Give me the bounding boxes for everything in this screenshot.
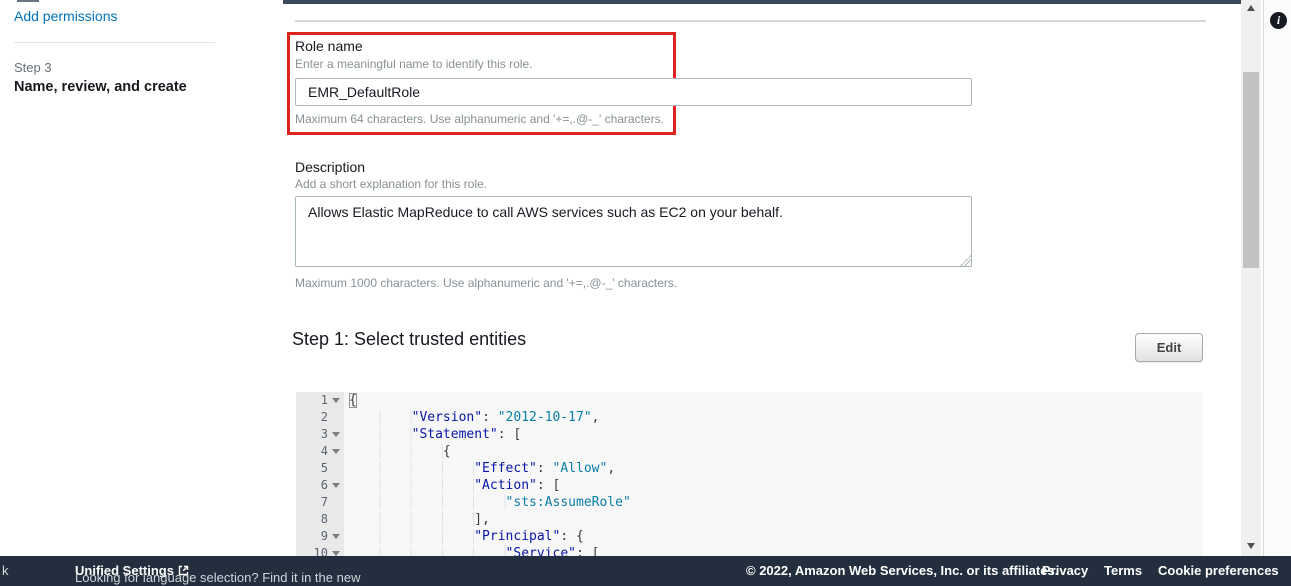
section-divider xyxy=(295,20,1206,22)
step-number-label: Step 3 xyxy=(14,60,52,75)
fold-arrow-icon[interactable] xyxy=(332,432,340,437)
role-name-label: Role name xyxy=(295,38,363,54)
sidebar-item-add-permissions[interactable]: Add permissions xyxy=(14,8,118,24)
code-line: 1{ xyxy=(296,392,1203,409)
fold-arrow-icon[interactable] xyxy=(332,398,340,403)
code-line: 10 "Service": [ xyxy=(296,545,1203,556)
code-line: 7 "sts:AssumeRole" xyxy=(296,494,1203,511)
role-name-input[interactable] xyxy=(295,78,972,106)
language-settings-note: Looking for language selection? Find it … xyxy=(75,563,190,578)
console-footer: k Looking for language selection? Find i… xyxy=(0,556,1291,586)
line-number: 4 xyxy=(321,443,328,460)
resize-grip-icon[interactable] xyxy=(960,255,971,266)
code-line: 3 "Statement": [ xyxy=(296,426,1203,443)
clipped-header-strip xyxy=(283,0,1243,4)
clipped-step-divider xyxy=(17,0,39,2)
code-line: 6 "Action": [ xyxy=(296,477,1203,494)
scrollbar-thumb[interactable] xyxy=(1243,72,1259,268)
code-line: 5 "Effect": "Allow", xyxy=(296,460,1203,477)
code-line: 8 ], xyxy=(296,511,1203,528)
sidebar-divider xyxy=(14,42,215,43)
copyright-text: © 2022, Amazon Web Services, Inc. or its… xyxy=(746,563,1058,578)
terms-link[interactable]: Terms xyxy=(1104,563,1142,578)
line-number: 10 xyxy=(314,545,328,556)
feedback-link-clipped[interactable]: k xyxy=(2,563,9,578)
code-line: 4 { xyxy=(296,443,1203,460)
cookie-preferences-link[interactable]: Cookie preferences xyxy=(1158,563,1279,578)
scroll-up-arrow-icon[interactable] xyxy=(1241,0,1261,16)
code-editor-lines: 1{2 "Version": "2012-10-17",3 "Statement… xyxy=(296,392,1203,556)
edit-button[interactable]: Edit xyxy=(1135,333,1203,362)
fold-arrow-icon[interactable] xyxy=(332,534,340,539)
fold-arrow-icon[interactable] xyxy=(332,449,340,454)
line-number: 2 xyxy=(321,409,328,426)
line-number: 1 xyxy=(321,392,328,409)
line-number: 3 xyxy=(321,426,328,443)
description-label: Description xyxy=(295,159,365,175)
description-textarea[interactable]: Allows Elastic MapReduce to call AWS ser… xyxy=(295,196,972,267)
role-name-hint: Enter a meaningful name to identify this… xyxy=(295,57,532,71)
fold-arrow-icon[interactable] xyxy=(332,483,340,488)
line-number: 6 xyxy=(321,477,328,494)
line-number: 9 xyxy=(321,528,328,545)
role-name-constraint: Maximum 64 characters. Use alphanumeric … xyxy=(295,112,664,126)
line-number: 8 xyxy=(321,511,328,528)
description-constraint: Maximum 1000 characters. Use alphanumeri… xyxy=(295,276,677,290)
description-hint: Add a short explanation for this role. xyxy=(295,177,487,191)
iam-create-role-page: Add permissions Step 3 Name, review, and… xyxy=(0,0,1291,586)
line-number: 5 xyxy=(321,460,328,477)
vertical-scrollbar[interactable] xyxy=(1241,0,1261,556)
language-settings-text: Looking for language selection? Find it … xyxy=(75,570,360,585)
trust-policy-editor[interactable]: 1{2 "Version": "2012-10-17",3 "Statement… xyxy=(296,392,1203,556)
help-panel-rail xyxy=(1263,0,1291,556)
code-line: 9 "Principal": { xyxy=(296,528,1203,545)
scroll-down-arrow-icon[interactable] xyxy=(1241,538,1261,554)
code-line: 2 "Version": "2012-10-17", xyxy=(296,409,1203,426)
line-number: 7 xyxy=(321,494,328,511)
trusted-entities-heading: Step 1: Select trusted entities xyxy=(292,329,526,350)
sidebar-item-name-review-create[interactable]: Name, review, and create xyxy=(14,79,187,95)
info-icon[interactable]: i xyxy=(1270,12,1287,29)
privacy-link[interactable]: Privacy xyxy=(1042,563,1088,578)
